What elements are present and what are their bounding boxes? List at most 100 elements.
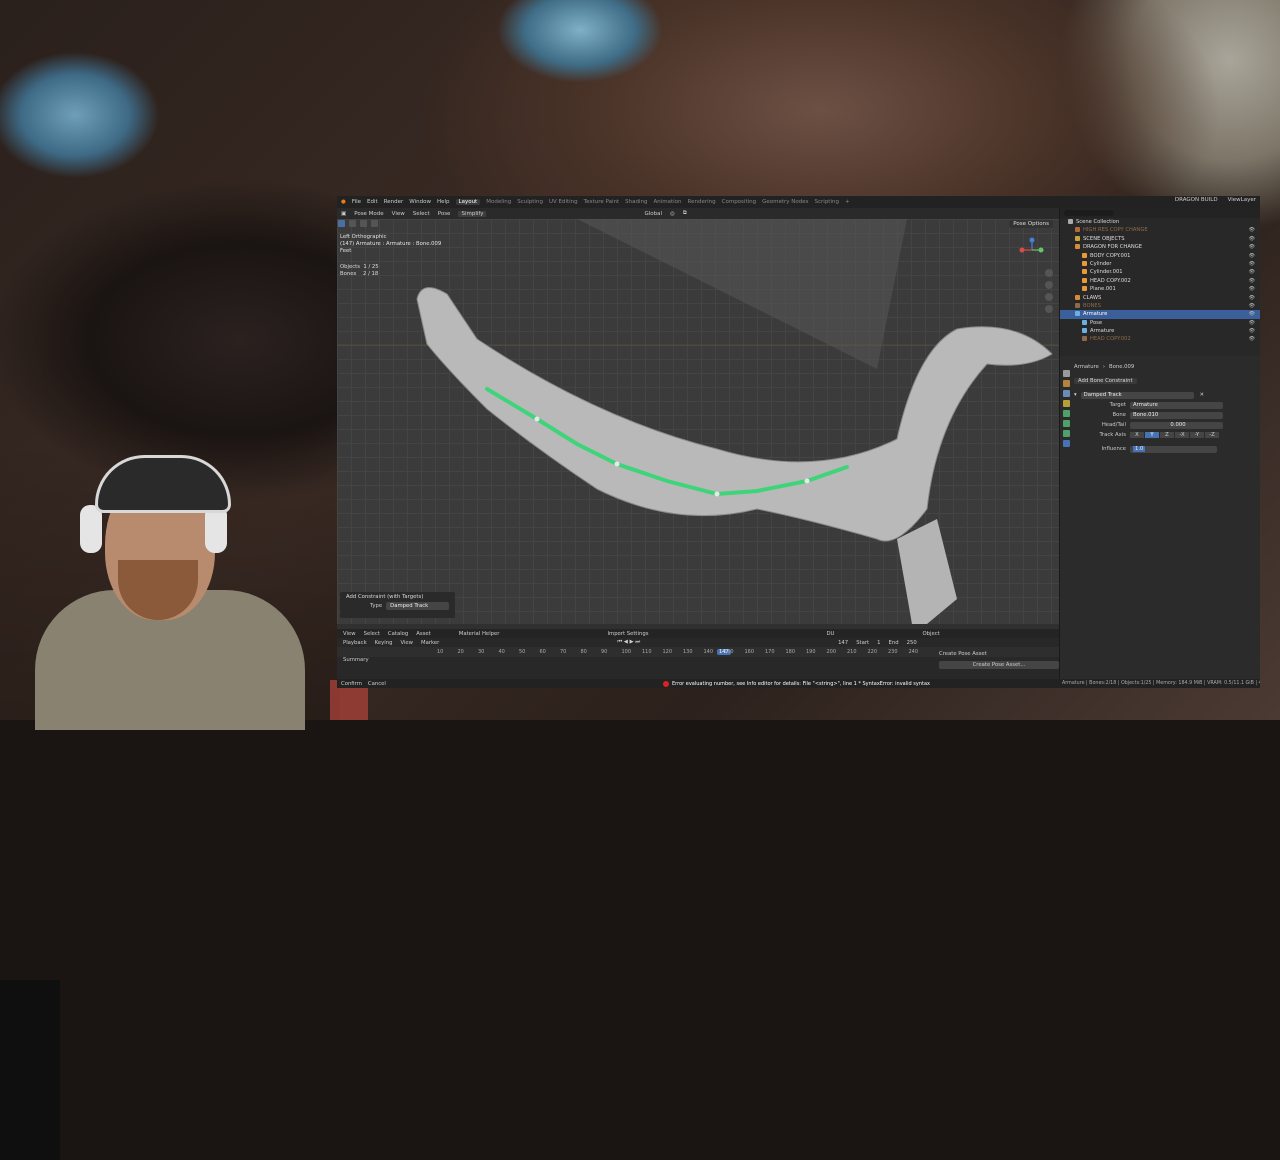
- tab-animation[interactable]: Animation: [653, 199, 681, 205]
- mode-dropdown[interactable]: Pose Mode: [354, 211, 383, 217]
- outliner-row[interactable]: Cylinder 👁: [1060, 260, 1260, 268]
- chevron-down-icon[interactable]: ▾: [1074, 392, 1077, 398]
- navigation-gizmo[interactable]: [1019, 237, 1045, 263]
- scene-tab-icon[interactable]: [1062, 400, 1070, 407]
- pivot-icon[interactable]: ◎: [670, 211, 675, 217]
- track-axis-1[interactable]: X: [1130, 432, 1144, 438]
- tab-sculpting[interactable]: Sculpting: [517, 199, 543, 205]
- tab-geometry-nodes[interactable]: Geometry Nodes: [762, 199, 808, 205]
- outliner-row[interactable]: Cylinder.001 👁: [1060, 268, 1260, 276]
- outliner-row[interactable]: Plane.001 👁: [1060, 285, 1260, 293]
- outliner-row[interactable]: HEAD COPY.002 👁: [1060, 335, 1260, 343]
- scene-collection-row[interactable]: Scene Collection: [1060, 218, 1260, 226]
- pose-lib-object[interactable]: Object: [922, 631, 939, 637]
- timeline-view-menu[interactable]: View: [400, 640, 413, 646]
- bone-joint[interactable]: [534, 416, 540, 422]
- bone-joint[interactable]: [804, 478, 810, 484]
- eye-icon[interactable]: 👁: [1249, 294, 1255, 302]
- tab-modeling[interactable]: Modeling: [486, 199, 511, 205]
- eye-icon[interactable]: 👁: [1249, 226, 1255, 234]
- operator-title[interactable]: Add Constraint (with Targets): [340, 592, 455, 602]
- eye-icon[interactable]: 👁: [1249, 327, 1255, 335]
- material-helper-label[interactable]: Material Helper: [459, 631, 500, 637]
- data-tab-icon[interactable]: [1062, 420, 1070, 427]
- editor-type-icon[interactable]: ▣: [341, 211, 346, 217]
- constraint-name-field[interactable]: Damped Track: [1080, 391, 1194, 399]
- asset-menu-select[interactable]: Select: [364, 631, 380, 637]
- track-axis-2[interactable]: Y: [1145, 432, 1159, 438]
- bone-constraint-tab-icon[interactable]: [1062, 440, 1070, 447]
- bone-joint[interactable]: [614, 461, 620, 467]
- track-axis-6[interactable]: -Z: [1205, 432, 1219, 438]
- end-value[interactable]: 250: [907, 640, 917, 646]
- outliner-row[interactable]: Pose 👁: [1060, 319, 1260, 327]
- create-pose-asset-button[interactable]: Create Pose Asset...: [939, 661, 1059, 669]
- add-workspace-icon[interactable]: +: [845, 199, 850, 205]
- bone-joint[interactable]: [714, 491, 720, 497]
- transform-orientation[interactable]: Global: [644, 211, 662, 217]
- headtail-field[interactable]: 0.000: [1130, 421, 1223, 429]
- outliner-row[interactable]: SCENE OBJECTS 👁: [1060, 235, 1260, 243]
- dragon-mesh[interactable]: [416, 287, 1053, 542]
- tab-rendering[interactable]: Rendering: [688, 199, 716, 205]
- tab-shading[interactable]: Shading: [625, 199, 647, 205]
- keying-menu[interactable]: Keying: [375, 640, 393, 646]
- bone-field[interactable]: Bone.010: [1130, 411, 1223, 419]
- bone-tab-icon[interactable]: [1062, 430, 1070, 437]
- outliner-row[interactable]: HIGH RES COPY CHANGE 👁: [1060, 226, 1260, 234]
- hand-pan-icon[interactable]: [1045, 281, 1053, 289]
- outliner-row[interactable]: Armature 👁: [1060, 310, 1260, 319]
- eye-icon[interactable]: 👁: [1249, 285, 1255, 293]
- current-frame-field[interactable]: 147: [838, 640, 848, 646]
- leg-mesh[interactable]: [897, 519, 957, 624]
- constraint-header[interactable]: ▾ Damped Track ✕: [1074, 390, 1259, 400]
- outliner-row[interactable]: DRAGON FOR CHANGE 👁: [1060, 243, 1260, 251]
- menu-window[interactable]: Window: [409, 199, 431, 205]
- outliner-row[interactable]: Armature 👁: [1060, 327, 1260, 335]
- track-axis-5[interactable]: -Y: [1190, 432, 1204, 438]
- 3d-viewport[interactable]: Pose Options Left Orthographic (147) Arm…: [337, 219, 1059, 624]
- tab-compositing[interactable]: Compositing: [722, 199, 756, 205]
- close-icon[interactable]: ✕: [1200, 392, 1204, 398]
- target-field[interactable]: Armature: [1130, 401, 1223, 409]
- marker-menu[interactable]: Marker: [421, 640, 439, 646]
- eye-icon[interactable]: 👁: [1249, 319, 1255, 327]
- play-controls-icon[interactable]: ⏮ ◀ ▶ ⏭: [617, 639, 640, 646]
- grid-icon[interactable]: [1045, 305, 1053, 313]
- eye-icon[interactable]: 👁: [1249, 268, 1255, 276]
- eye-icon[interactable]: 👁: [1249, 235, 1255, 243]
- influence-slider[interactable]: 1.0: [1130, 445, 1217, 453]
- playback-menu[interactable]: Playback: [343, 640, 367, 646]
- object-tab-icon[interactable]: [1062, 410, 1070, 417]
- eye-icon[interactable]: 👁: [1249, 260, 1255, 268]
- eye-icon[interactable]: 👁: [1249, 302, 1255, 310]
- asset-menu-view[interactable]: View: [343, 631, 356, 637]
- menu-pose[interactable]: Pose: [438, 211, 451, 217]
- tool-tab-icon[interactable]: [1062, 370, 1070, 377]
- view-layer-name[interactable]: ViewLayer: [1228, 197, 1256, 203]
- outliner-row[interactable]: CLAWS 👁: [1060, 294, 1260, 302]
- simplify-button[interactable]: Simplify: [458, 210, 487, 217]
- snap-icon[interactable]: ⧉: [683, 210, 687, 217]
- eye-icon[interactable]: 👁: [1249, 277, 1255, 285]
- outliner-row[interactable]: BONES 👁: [1060, 302, 1260, 310]
- menu-edit[interactable]: Edit: [367, 199, 378, 205]
- type-dropdown[interactable]: Damped Track: [386, 602, 450, 610]
- outliner-row[interactable]: HEAD COPY.002 👁: [1060, 277, 1260, 285]
- outliner-search-input[interactable]: [1064, 210, 1114, 216]
- menu-view[interactable]: View: [392, 211, 405, 217]
- menu-file[interactable]: File: [352, 199, 361, 205]
- blender-logo-icon[interactable]: ●: [341, 199, 346, 205]
- tab-layout[interactable]: Layout: [455, 199, 481, 205]
- start-value[interactable]: 1: [877, 640, 880, 646]
- render-tab-icon[interactable]: [1062, 380, 1070, 387]
- tab-uv-editing[interactable]: UV Editing: [549, 199, 578, 205]
- eye-icon[interactable]: 👁: [1249, 243, 1255, 251]
- camera-icon[interactable]: [1045, 293, 1053, 301]
- menu-render[interactable]: Render: [384, 199, 404, 205]
- track-axis-4[interactable]: -X: [1175, 432, 1189, 438]
- track-axis-3[interactable]: Z: [1160, 432, 1174, 438]
- add-bone-constraint-button[interactable]: Add Bone Constraint: [1074, 378, 1137, 384]
- outliner-row[interactable]: BODY COPY.001 👁: [1060, 252, 1260, 260]
- scene-name[interactable]: DRAGON BUILD: [1175, 197, 1218, 203]
